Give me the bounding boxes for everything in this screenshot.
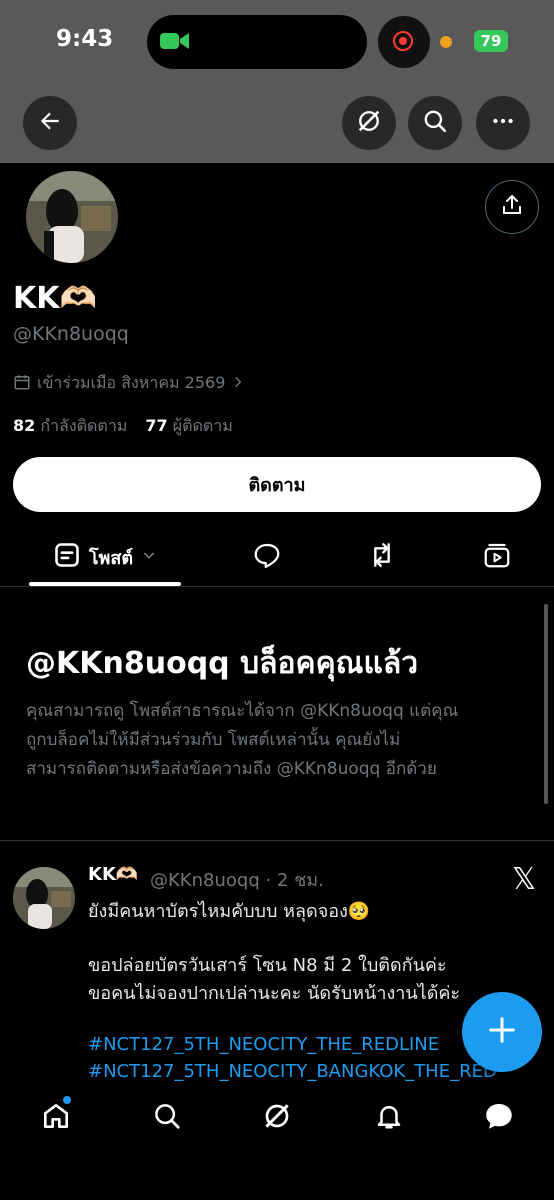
- nav-messages[interactable]: [479, 1098, 519, 1138]
- tweet-text-line: ขอคนไม่จองปากเปล่านะคะ นัดรับหน้างานได้ค…: [88, 983, 461, 1004]
- repost-icon: [366, 539, 398, 575]
- joined-date[interactable]: เข้าร่วมเมือ สิงหาคม 2569: [13, 371, 245, 396]
- blocked-description: คุณสามารถดู โพสต์สาธารณะได้จาก @KKn8uoqq…: [26, 697, 531, 784]
- nav-home[interactable]: [36, 1098, 76, 1138]
- grok-icon: [355, 107, 383, 139]
- grok-button[interactable]: [342, 96, 396, 150]
- tab-posts-label: โพสต์: [88, 547, 134, 569]
- share-icon: [500, 193, 524, 221]
- search-icon: [152, 1101, 182, 1135]
- chevron-down-icon: [141, 547, 157, 567]
- more-icon: [490, 108, 516, 138]
- nav-grok[interactable]: [257, 1098, 297, 1138]
- back-button[interactable]: [23, 96, 77, 150]
- followers-count: 77: [145, 416, 168, 435]
- tweet-handle-time: @KKn8uoqq · 2 ชม.: [150, 870, 324, 891]
- tab-media[interactable]: [470, 528, 524, 586]
- battery-tip: [509, 37, 512, 45]
- followers-label: ผู้ติดตาม: [172, 416, 233, 435]
- blocked-line: ถูกบล็อคไม่ให้มีส่วนร่วมกับ โพสต์เหล่านั…: [26, 730, 401, 750]
- compose-button[interactable]: [462, 992, 542, 1072]
- scrollbar[interactable]: [544, 604, 548, 804]
- nav-search[interactable]: [147, 1098, 187, 1138]
- search-button[interactable]: [408, 96, 462, 150]
- back-arrow-icon: [37, 108, 63, 138]
- tweet-text-line: ขอปล่อยบัตรวันเสาร์ โซน N8 มี 2 ใบติดกัน…: [88, 955, 447, 976]
- followers-link[interactable]: 77 ผู้ติดตาม: [145, 414, 232, 439]
- blocked-line: คุณสามารถดู โพสต์สาธารณะได้จาก @KKn8uoqq…: [26, 701, 459, 721]
- grok-icon: [261, 1100, 293, 1136]
- battery-icon: 79: [474, 30, 508, 52]
- following-label: กำลังติดตาม: [40, 416, 128, 435]
- tweet-avatar[interactable]: [13, 867, 75, 929]
- hashtag-link[interactable]: #NCT127_5TH_NEOCITY_THE_REDLINE: [88, 1034, 439, 1055]
- mic-indicator-icon: [440, 36, 452, 48]
- messages-icon: [482, 1099, 516, 1137]
- blocked-title: @KKn8uoqq บล็อคคุณแล้ว: [26, 646, 419, 681]
- follow-stats: 82 กำลังติดตาม 77 ผู้ติดตาม: [13, 414, 233, 439]
- active-tab-indicator: [29, 582, 181, 586]
- profile-avatar[interactable]: [23, 168, 121, 266]
- divider: [0, 840, 554, 841]
- display-name: KK🫶🏻: [13, 281, 97, 316]
- record-dot: [399, 37, 407, 45]
- media-icon: [482, 540, 512, 574]
- share-button[interactable]: [485, 180, 539, 234]
- following-link[interactable]: 82 กำลังติดตาม: [13, 414, 127, 439]
- profile-tabs: โพสต์: [0, 528, 554, 587]
- profile-handle: @KKn8uoqq: [13, 323, 129, 345]
- facetime-icon: [160, 30, 190, 52]
- blocked-line: สามารถติดตามหรือส่งข้อความถึง @KKn8uoqq …: [26, 759, 437, 779]
- more-button[interactable]: [476, 96, 530, 150]
- following-count: 82: [13, 416, 36, 435]
- calendar-icon: [13, 373, 31, 395]
- status-time: 9:43: [56, 26, 114, 52]
- joined-text: เข้าร่วมเมือ สิงหาคม 2569: [37, 373, 226, 392]
- tweet-text-line: ยังมีคนหาบัตรไหมคับบบ หลุดจอง🥺: [88, 901, 371, 922]
- nav-notifications[interactable]: [369, 1098, 409, 1138]
- replies-icon: [252, 540, 282, 574]
- plus-icon: [487, 1015, 517, 1049]
- tweet-author-name[interactable]: KK🫶🏻: [88, 864, 138, 885]
- tab-reposts[interactable]: [355, 528, 409, 586]
- posts-icon: [53, 541, 81, 573]
- home-icon: [40, 1100, 72, 1136]
- notifications-icon: [374, 1101, 404, 1135]
- tab-posts[interactable]: โพสต์: [29, 528, 181, 586]
- hashtag-link[interactable]: #NCT127_5TH_NEOCITY_BANGKOK_THE_RED: [88, 1061, 497, 1082]
- chevron-right-icon: [231, 374, 245, 393]
- home-notification-dot: [63, 1096, 71, 1104]
- search-icon: [422, 108, 448, 138]
- x-logo-icon: 𝕏: [512, 862, 537, 897]
- tab-replies[interactable]: [240, 528, 294, 586]
- follow-button[interactable]: ติดตาม: [13, 457, 541, 512]
